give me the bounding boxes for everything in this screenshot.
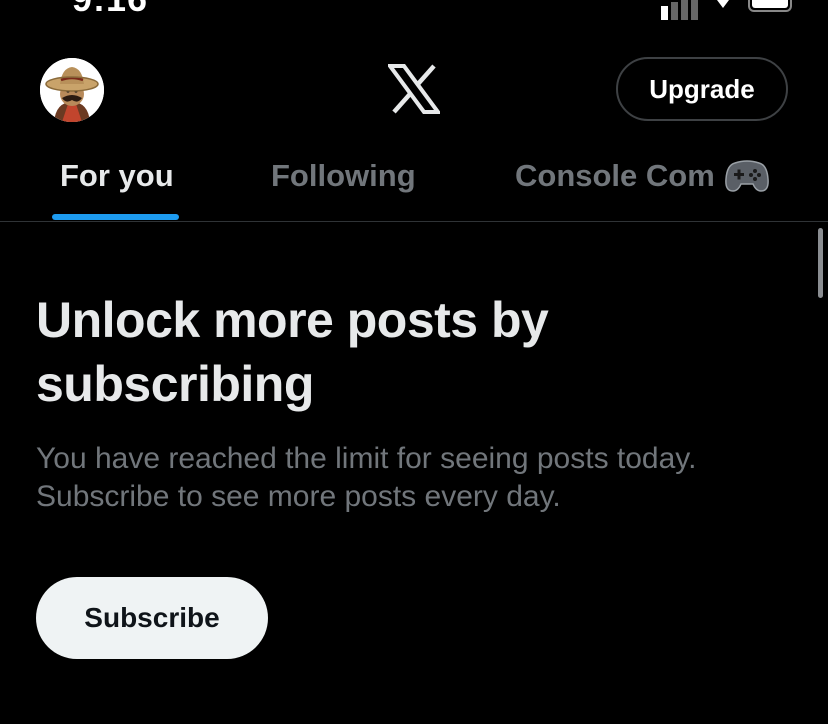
battery-icon — [748, 0, 792, 12]
gamepad-icon — [724, 160, 769, 192]
paywall-title: Unlock more posts by subscribing — [36, 292, 549, 412]
tab-label: Following — [271, 158, 416, 193]
wifi-icon — [717, 0, 729, 8]
avatar[interactable] — [40, 58, 104, 122]
scrollbar-thumb[interactable] — [818, 228, 823, 298]
tab-label: Console Com — [515, 158, 715, 193]
tab-for-you[interactable]: For you — [60, 158, 174, 194]
cellular-signal-icon — [661, 0, 698, 20]
tab-following[interactable]: Following — [271, 158, 416, 194]
paywall-description: You have reached the limit for seeing po… — [36, 442, 697, 513]
avatar-image — [40, 58, 104, 122]
status-bar: 9:16 — [0, 0, 828, 20]
tab-label: For you — [60, 158, 174, 193]
x-logo-icon[interactable] — [388, 64, 440, 114]
active-tab-indicator — [52, 214, 179, 220]
subscribe-button[interactable]: Subscribe — [36, 577, 268, 659]
status-time: 9:16 — [72, 0, 148, 20]
upgrade-button[interactable]: Upgrade — [616, 57, 788, 121]
timeline-tabs: For you Following Console Com — [0, 140, 828, 222]
status-icons — [661, 0, 792, 20]
tab-console-com[interactable]: Console Com — [515, 158, 769, 194]
top-header: Upgrade — [0, 50, 828, 130]
